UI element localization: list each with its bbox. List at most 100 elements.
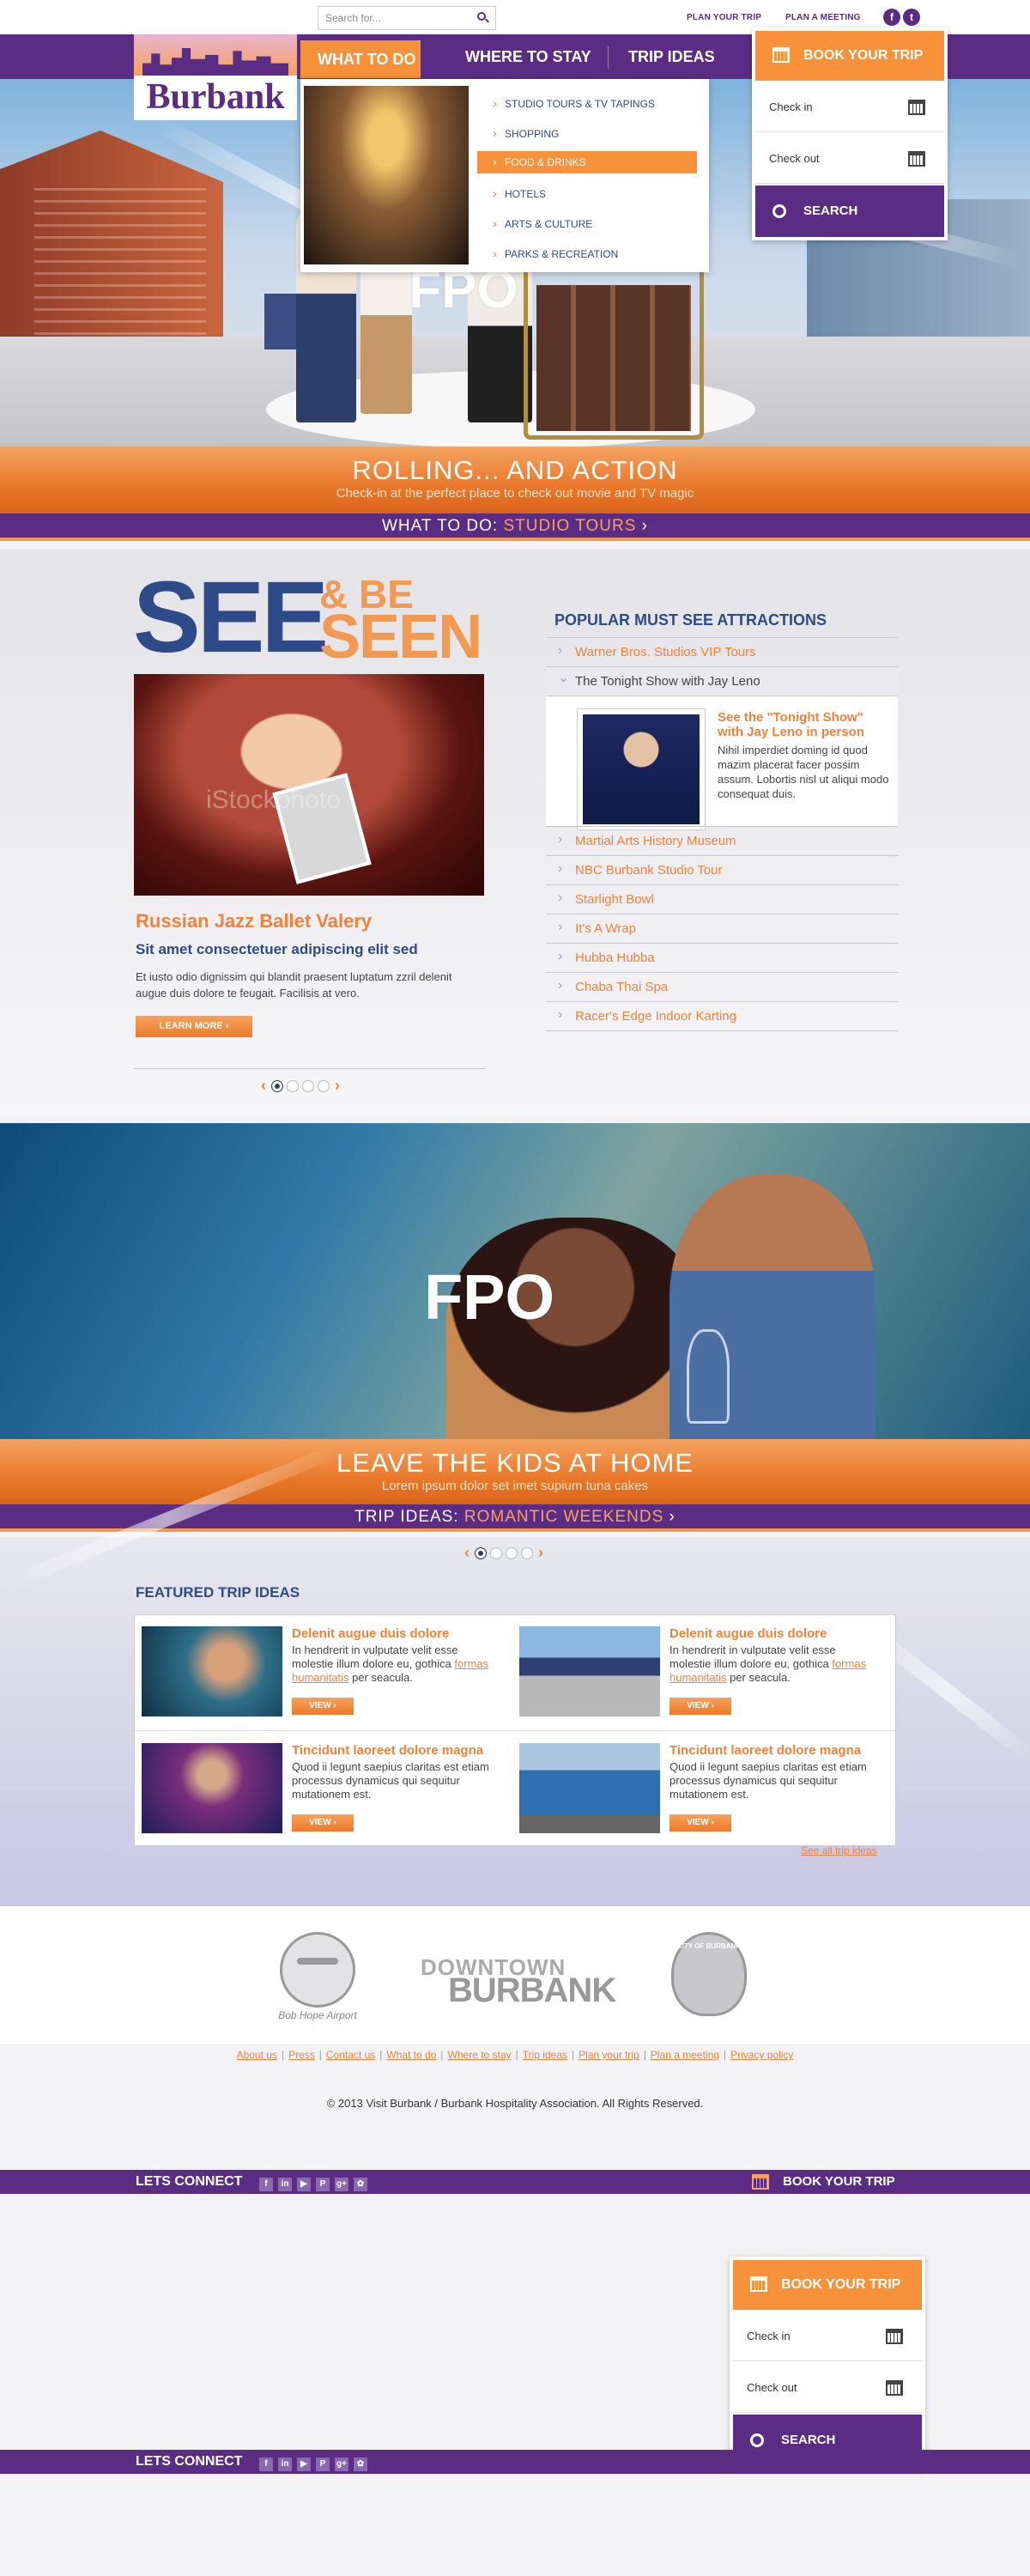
site-search-input[interactable]: Search for... bbox=[318, 6, 496, 30]
dropdown-item[interactable]: HOTELS bbox=[477, 181, 697, 211]
google-plus-icon[interactable]: g+ bbox=[335, 2178, 348, 2191]
search-icon bbox=[750, 2433, 764, 2447]
footer-link[interactable]: Contact us bbox=[326, 2049, 375, 2061]
hero-tag-label: WHAT TO DO: bbox=[382, 517, 499, 535]
pinterest-icon[interactable]: P bbox=[316, 2458, 330, 2471]
learn-more-button[interactable]: LEARN MORE › bbox=[136, 1016, 252, 1037]
search-icon[interactable] bbox=[477, 12, 486, 21]
check-out-calendar-icon[interactable] bbox=[908, 151, 925, 167]
view-button[interactable]: VIEW › bbox=[292, 1814, 354, 1832]
airport-photo[interactable] bbox=[519, 1626, 660, 1716]
view-button[interactable]: VIEW › bbox=[670, 1814, 731, 1832]
attraction-item-open[interactable]: The Tonight Show with Jay Leno bbox=[546, 666, 898, 696]
dropdown-item[interactable]: FOOD & DRINKS bbox=[477, 151, 697, 173]
airplane-icon bbox=[297, 1958, 338, 1965]
youtube-icon[interactable]: ▶ bbox=[297, 2178, 311, 2191]
flickr-icon[interactable]: ✿ bbox=[354, 2178, 367, 2191]
link-separator: | bbox=[440, 2049, 444, 2061]
carousel-next-icon[interactable]: › bbox=[538, 1544, 543, 1562]
carousel-next-icon[interactable]: › bbox=[335, 1077, 340, 1095]
calendar-icon bbox=[772, 47, 790, 63]
host-photo bbox=[583, 714, 700, 824]
hero-tag-value[interactable]: STUDIO TOURS bbox=[504, 517, 637, 535]
carousel-dot[interactable] bbox=[506, 1546, 518, 1559]
see-all-trip-ideas-link[interactable]: See all trip ideas bbox=[801, 1844, 877, 1856]
carousel-dot[interactable] bbox=[521, 1546, 533, 1559]
aquarium-photo[interactable] bbox=[142, 1626, 282, 1716]
attraction-item[interactable]: Racer's Edge Indoor Karting bbox=[546, 1001, 898, 1030]
lets-connect-label: LETS CONNECT bbox=[136, 2454, 243, 2469]
facebook-icon[interactable]: f bbox=[883, 9, 900, 26]
attraction-item[interactable]: Warner Bros. Studios VIP Tours bbox=[546, 637, 898, 666]
book-your-trip-link[interactable]: BOOK YOUR TRIP bbox=[783, 2170, 895, 2194]
link-separator: | bbox=[379, 2049, 383, 2061]
trip-card: Delenit augue duis dolore In hendrerit i… bbox=[512, 1615, 882, 1727]
museum-photo[interactable] bbox=[142, 1743, 282, 1833]
facebook-icon[interactable]: f bbox=[259, 2178, 273, 2191]
nav-where-to-stay[interactable]: WHERE TO STAY bbox=[465, 34, 591, 79]
trip-card-body: In hendrerit in vulputate velit esse mol… bbox=[292, 1643, 498, 1685]
footer-link[interactable]: Where to stay bbox=[448, 2049, 512, 2061]
romance-tag-value[interactable]: ROMANTIC WEEKENDS bbox=[464, 1508, 663, 1526]
footer-link[interactable]: Press bbox=[288, 2049, 315, 2061]
carousel-dot[interactable] bbox=[271, 1079, 283, 1092]
logo-wordmark[interactable]: Burbank bbox=[134, 77, 297, 117]
city-seal-text: CITY OF BURBANK bbox=[676, 1942, 742, 1950]
twitter-icon[interactable]: t bbox=[903, 9, 920, 26]
carousel-prev-icon[interactable]: ‹ bbox=[464, 1544, 470, 1562]
footer-link[interactable]: Trip ideas bbox=[523, 2049, 567, 2061]
carousel-dot[interactable] bbox=[318, 1079, 330, 1092]
footer-link[interactable]: Privacy policy bbox=[730, 2049, 793, 2061]
carousel-dot[interactable] bbox=[302, 1079, 314, 1092]
dropdown-item[interactable]: STUDIO TOURS & TV TAPINGS bbox=[477, 91, 697, 121]
attraction-item[interactable]: Starlight Bowl bbox=[546, 884, 898, 914]
nav-trip-ideas[interactable]: TRIP IDEAS bbox=[628, 34, 715, 79]
airport-logo-icon[interactable] bbox=[280, 1932, 355, 2008]
hero-category-link[interactable]: WHAT TO DO: STUDIO TOURS › bbox=[0, 513, 1030, 541]
facebook-icon[interactable]: f bbox=[259, 2458, 273, 2471]
carousel-dot[interactable] bbox=[287, 1079, 299, 1092]
carousel-dot[interactable] bbox=[490, 1546, 502, 1559]
footer-link[interactable]: Plan your trip bbox=[579, 2049, 639, 2061]
dropdown-item[interactable]: SHOPPING bbox=[477, 121, 697, 151]
attraction-item[interactable]: It's A Wrap bbox=[546, 914, 898, 943]
google-plus-icon[interactable]: g+ bbox=[335, 2458, 348, 2471]
check-in-calendar-icon[interactable] bbox=[908, 100, 925, 115]
downtown-logo-line2[interactable]: BURBANK bbox=[448, 1971, 616, 2010]
plan-a-meeting-link[interactable]: PLAN A MEETING bbox=[785, 13, 861, 22]
attraction-item[interactable]: Chaba Thai Spa bbox=[546, 972, 898, 1001]
footer-link[interactable]: About us bbox=[237, 2049, 277, 2061]
carousel-dot[interactable] bbox=[475, 1546, 487, 1559]
footer-link[interactable]: What to do bbox=[386, 2049, 436, 2061]
attraction-item[interactable]: Hubba Hubba bbox=[546, 943, 898, 972]
flickr-icon[interactable]: ✿ bbox=[354, 2458, 367, 2471]
bus-photo[interactable] bbox=[519, 1743, 660, 1833]
attraction-item[interactable]: Martial Arts History Museum bbox=[546, 826, 898, 855]
linkedin-icon[interactable]: in bbox=[278, 2178, 292, 2191]
linkedin-icon[interactable]: in bbox=[278, 2458, 292, 2471]
plan-your-trip-link[interactable]: PLAN YOUR TRIP bbox=[687, 13, 761, 22]
trip-card-body: In hendrerit in vulputate velit esse mol… bbox=[670, 1643, 876, 1685]
footer-link[interactable]: Plan a meeting bbox=[651, 2049, 719, 2061]
attraction-detail-title[interactable]: See the "Tonight Show" with Jay Leno in … bbox=[718, 710, 889, 739]
romance-title: LEAVE THE KIDS AT HOME bbox=[336, 1448, 694, 1478]
featured-event-subtitle: Sit amet consectetuer adipiscing elit se… bbox=[136, 941, 418, 957]
trip-card-title[interactable]: Delenit augue duis dolore bbox=[670, 1626, 880, 1641]
view-button[interactable]: VIEW › bbox=[292, 1698, 354, 1715]
view-button[interactable]: VIEW › bbox=[670, 1698, 731, 1715]
dropdown-item[interactable]: PARKS & RECREATION bbox=[477, 241, 697, 271]
check-out-calendar-icon[interactable] bbox=[886, 2380, 903, 2396]
attraction-list-rest: Martial Arts History MuseumNBC Burbank S… bbox=[546, 826, 898, 1031]
trip-card-title[interactable]: Tincidunt laoreet dolore magna bbox=[670, 1743, 880, 1758]
pinterest-icon[interactable]: P bbox=[316, 2178, 330, 2191]
attraction-item[interactable]: NBC Burbank Studio Tour bbox=[546, 855, 898, 884]
trip-card-title[interactable]: Delenit augue duis dolore bbox=[292, 1626, 502, 1641]
trip-card-title[interactable]: Tincidunt laoreet dolore magna bbox=[292, 1743, 502, 1758]
nav-what-to-do[interactable]: WHAT TO DO bbox=[300, 40, 421, 78]
check-in-calendar-icon[interactable] bbox=[886, 2329, 903, 2344]
carousel-prev-icon[interactable]: ‹ bbox=[261, 1077, 266, 1095]
youtube-icon[interactable]: ▶ bbox=[297, 2458, 311, 2471]
dropdown-item[interactable]: ARTS & CULTURE bbox=[477, 211, 697, 241]
attraction-thumbnail[interactable] bbox=[577, 708, 706, 830]
featured-event-title[interactable]: Russian Jazz Ballet Valery bbox=[136, 910, 372, 933]
